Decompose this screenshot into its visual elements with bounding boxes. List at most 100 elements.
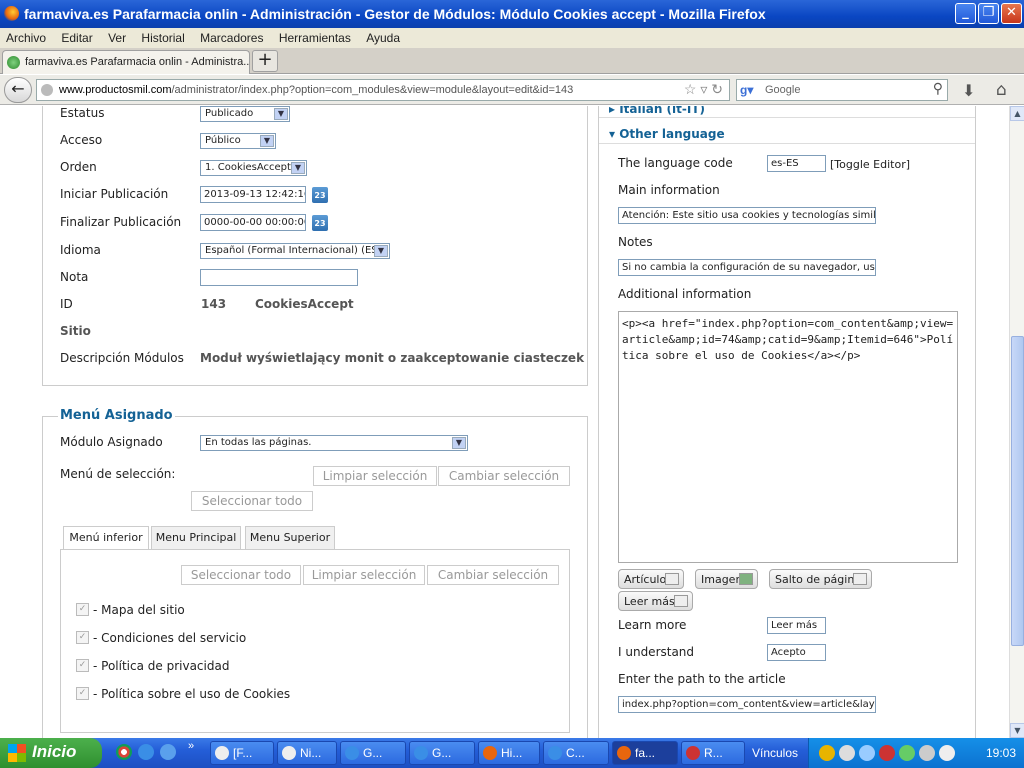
calendar-icon[interactable]: 23 — [312, 187, 328, 203]
window-title-bar[interactable]: farmaviva.es Parafarmacia onlin - Admini… — [0, 0, 1024, 28]
understand-input[interactable]: Acepto — [767, 644, 826, 661]
home-icon[interactable]: ⌂ — [996, 80, 1007, 100]
calendar-icon[interactable]: 23 — [312, 215, 328, 231]
tray-icon[interactable] — [819, 745, 835, 761]
checkbox-cookies[interactable]: ✓ — [76, 687, 89, 700]
taskbar-button[interactable]: Hi... — [478, 741, 540, 765]
url-host: www.productosmil.com — [59, 84, 172, 96]
back-button[interactable]: ← — [4, 77, 32, 103]
orden-select[interactable]: 1. CookiesAccept ▼ — [200, 160, 307, 176]
system-tray: 19:03 — [808, 738, 1024, 768]
scrollbar-thumb[interactable] — [1011, 336, 1024, 646]
firefox-icon — [483, 746, 497, 760]
iniciar-input[interactable]: 2013-09-13 12:42:16 — [200, 186, 306, 203]
articulo-button[interactable]: Artículo — [618, 569, 684, 589]
imagen-button[interactable]: Imagen — [695, 569, 758, 589]
tray-icon[interactable] — [839, 745, 855, 761]
toggle-editor-link[interactable]: [Toggle Editor] — [830, 158, 910, 171]
other-language-header[interactable]: ▾ Other language — [599, 124, 975, 144]
checkbox-privacidad[interactable]: ✓ — [76, 659, 89, 672]
taskbar-button[interactable]: C... — [543, 741, 609, 765]
modulo-asignado-label: Módulo Asignado — [60, 435, 163, 449]
start-button[interactable]: Inicio — [0, 738, 102, 768]
menu-editar[interactable]: Editar — [55, 28, 98, 45]
seleccionar-todo-button[interactable]: Seleccionar todo — [191, 491, 313, 511]
tray-icon[interactable] — [939, 745, 955, 761]
modulo-asignado-select[interactable]: En todas las páginas. ▼ — [200, 435, 468, 451]
checkbox-label: - Política sobre el uso de Cookies — [93, 687, 291, 701]
menu-ayuda[interactable]: Ayuda — [360, 28, 406, 45]
chrome-icon[interactable] — [116, 744, 132, 760]
menu-archivo[interactable]: Archivo — [0, 28, 52, 45]
menu-seleccion-label: Menú de selección: — [60, 467, 176, 481]
acceso-select[interactable]: Público ▼ — [200, 133, 276, 149]
main-info-input[interactable]: Atención: Este sitio usa cookies y tecno… — [618, 207, 876, 224]
leer-mas-button[interactable]: Leer más — [618, 591, 693, 611]
inner-seleccionar-todo-button[interactable]: Seleccionar todo — [181, 565, 301, 585]
scroll-up-icon[interactable]: ▲ — [1010, 106, 1024, 121]
estatus-select[interactable]: Publicado ▼ — [200, 106, 290, 122]
tab-label: farmaviva.es Parafarmacia onlin - Admini… — [25, 56, 250, 68]
inner-cambiar-seleccion-button[interactable]: Cambiar selección — [427, 565, 559, 585]
vertical-scrollbar[interactable]: ▲ ▼ — [1009, 106, 1024, 738]
checkbox-label: - Mapa del sitio — [93, 603, 185, 617]
notes-input[interactable]: Si no cambia la configuración de su nave… — [618, 259, 876, 276]
checkbox-condiciones[interactable]: ✓ — [76, 631, 89, 644]
checkbox-mapa-sitio[interactable]: ✓ — [76, 603, 89, 616]
taskbar-button[interactable]: G... — [340, 741, 406, 765]
tray-icon[interactable] — [859, 745, 875, 761]
path-input[interactable]: index.php?option=com_content&view=articl… — [618, 696, 876, 713]
taskbar-button[interactable]: G... — [409, 741, 475, 765]
readmore-icon — [674, 595, 688, 607]
search-icon[interactable]: ⚲ — [933, 80, 943, 97]
ie-alt-icon[interactable] — [160, 744, 176, 760]
bookmark-star-icon[interactable]: ☆ ▿ ↻ — [684, 81, 723, 98]
nota-input[interactable] — [200, 269, 358, 286]
limpiar-seleccion-button[interactable]: Limpiar selección — [313, 466, 437, 486]
inner-limpiar-seleccion-button[interactable]: Limpiar selección — [303, 565, 425, 585]
search-input[interactable]: g▾ Google ⚲ — [736, 79, 948, 101]
tab-menu-inferior[interactable]: Menú inferior — [63, 526, 149, 550]
scroll-down-icon[interactable]: ▼ — [1010, 723, 1024, 738]
taskbar-button[interactable]: Ni... — [277, 741, 337, 765]
caret-right-icon: ▸ — [609, 106, 620, 116]
finalizar-input[interactable]: 0000-00-00 00:00:00 — [200, 214, 306, 231]
url-bar[interactable]: www.productosmil.com/administrator/index… — [36, 79, 730, 101]
quicklaunch-more-icon[interactable]: » — [188, 740, 194, 752]
salto-pagina-button[interactable]: Salto de página — [769, 569, 872, 589]
article-icon — [665, 573, 679, 585]
globe-icon — [41, 84, 53, 96]
cambiar-seleccion-button[interactable]: Cambiar selección — [438, 466, 570, 486]
ie-icon[interactable] — [138, 744, 154, 760]
taskbar-button[interactable]: R... — [681, 741, 745, 765]
firefox-icon — [4, 6, 19, 21]
taskbar-button-active[interactable]: fa... — [612, 741, 678, 765]
vinculos-toolbar[interactable]: Vínculos — [752, 746, 798, 760]
tray-icon[interactable] — [879, 745, 895, 761]
language-code-input[interactable]: es-ES — [767, 155, 826, 172]
new-tab-button[interactable]: + — [252, 50, 278, 72]
download-icon[interactable]: ⬇ — [962, 81, 975, 100]
italian-accordion-header[interactable]: ▸ Italian (it-IT) — [599, 106, 975, 118]
firefox-icon — [617, 746, 631, 760]
browser-tab[interactable]: farmaviva.es Parafarmacia onlin - Admini… — [2, 50, 250, 74]
taskbar: Inicio » [F... Ni... G... G... Hi... C..… — [0, 738, 1024, 768]
idioma-select[interactable]: Español (Formal Internacional) (ES) ▼ — [200, 243, 390, 259]
menu-historial[interactable]: Historial — [135, 28, 190, 45]
additional-info-textarea[interactable]: <p><a href="index.php?option=com_content… — [618, 311, 958, 563]
iniciar-label: Iniciar Publicación — [60, 187, 169, 201]
checkbox-label: - Condiciones del servicio — [93, 631, 247, 645]
menu-herramientas[interactable]: Herramientas — [273, 28, 357, 45]
windows-logo-icon — [8, 744, 26, 762]
menu-marcadores[interactable]: Marcadores — [194, 28, 269, 45]
close-button[interactable]: ✕ — [1001, 3, 1022, 24]
learn-more-input[interactable]: Leer más — [767, 617, 826, 634]
restore-button[interactable]: ❐ — [978, 3, 999, 24]
menu-ver[interactable]: Ver — [102, 28, 132, 45]
taskbar-button[interactable]: [F... — [210, 741, 274, 765]
tab-menu-principal[interactable]: Menu Principal — [151, 526, 241, 550]
tab-menu-superior[interactable]: Menu Superior — [245, 526, 335, 550]
minimize-button[interactable]: _ — [955, 3, 976, 24]
volume-icon[interactable] — [919, 745, 935, 761]
tray-icon[interactable] — [899, 745, 915, 761]
